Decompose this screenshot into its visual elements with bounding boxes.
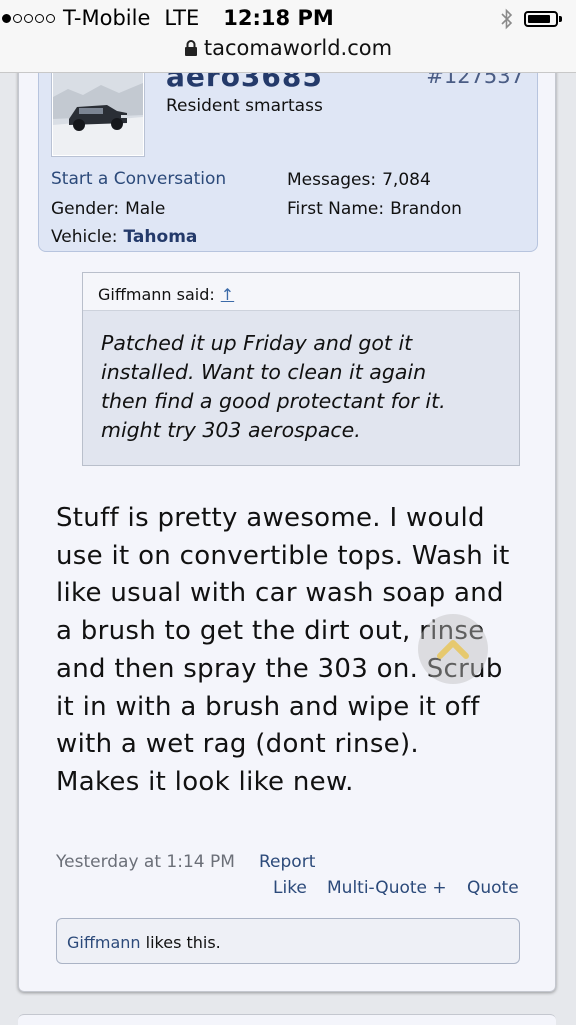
quote-author: Giffmann said:: [98, 285, 215, 304]
vehicle-value[interactable]: Tahoma: [124, 227, 198, 247]
message-line: Stuff is pretty awesome. I would: [56, 503, 485, 533]
liker-name[interactable]: Giffmann: [67, 933, 141, 952]
bluetooth-icon: [501, 8, 513, 30]
network-type: LTE: [164, 6, 200, 30]
url-text: tacomaworld.com: [203, 36, 393, 60]
scroll-to-top-button[interactable]: [418, 614, 488, 684]
quote-header: Giffmann said: ↑: [83, 273, 519, 311]
start-conversation-link[interactable]: Start a Conversation: [51, 169, 226, 189]
first-name-value: Brandon: [390, 199, 462, 219]
carrier-name: T-Mobile: [63, 6, 151, 30]
messages-value[interactable]: 7,084: [382, 170, 431, 190]
first-name-stat: First Name: Brandon: [287, 199, 462, 219]
quote-link[interactable]: Quote: [467, 878, 519, 898]
message-line: like usual with car wash soap and: [56, 578, 504, 609]
first-name-label: First Name:: [287, 199, 385, 219]
status-left: T-Mobile LTE 12:18 PM: [2, 6, 334, 30]
quote-line: might try 303 aerospace.: [101, 418, 361, 442]
jump-to-quote-icon[interactable]: ↑: [221, 285, 234, 304]
gender-stat: Gender: Male: [51, 199, 165, 219]
quote-block: Giffmann said: ↑ Patched it up Friday and…: [82, 272, 520, 466]
quote-line: then find a good protectant for it.: [101, 389, 446, 413]
like-link[interactable]: Like: [273, 878, 307, 898]
quote-line: installed. Want to clean it again: [101, 360, 427, 384]
message-line: with a wet rag (dont rinse).: [56, 729, 419, 760]
message-line: Makes it look like new.: [56, 766, 354, 797]
avatar[interactable]: [52, 66, 144, 156]
clock: 12:18 PM: [223, 6, 334, 30]
status-right: [500, 8, 562, 30]
status-bar: T-Mobile LTE 12:18 PM tacomaworld.com: [0, 0, 576, 73]
message-line: it in with a brush and wipe it off: [56, 691, 480, 722]
message-line: use it on convertible tops. Wash it: [56, 540, 510, 571]
signal-strength-icon: [2, 13, 55, 23]
likes-summary: Giffmann likes this.: [56, 918, 520, 964]
multi-quote-link[interactable]: Multi-Quote +: [327, 878, 447, 898]
battery-icon: [524, 11, 562, 27]
quote-line: Patched it up Friday and got it: [101, 331, 413, 355]
likes-suffix: likes this.: [140, 933, 221, 952]
quote-text: Patched it up Friday and got it installe…: [101, 329, 501, 445]
chevron-up-icon: [437, 640, 469, 659]
messages-label: Messages:: [287, 170, 377, 190]
vehicle-label: Vehicle:: [51, 227, 118, 247]
next-post-edge: [18, 1014, 556, 1025]
vehicle-stat: Vehicle: Tahoma: [51, 227, 197, 247]
post-author-title: Resident smartass: [166, 96, 323, 116]
gender-label: Gender:: [51, 199, 120, 219]
messages-stat: Messages: 7,084: [287, 170, 431, 190]
truck-in-snow-avatar: [53, 67, 143, 155]
gender-value: Male: [125, 199, 166, 219]
report-link[interactable]: Report: [259, 852, 315, 872]
lock-icon: [184, 40, 197, 56]
address-bar[interactable]: tacomaworld.com: [0, 36, 576, 60]
post-date[interactable]: Yesterday at 1:14 PM: [56, 852, 235, 872]
